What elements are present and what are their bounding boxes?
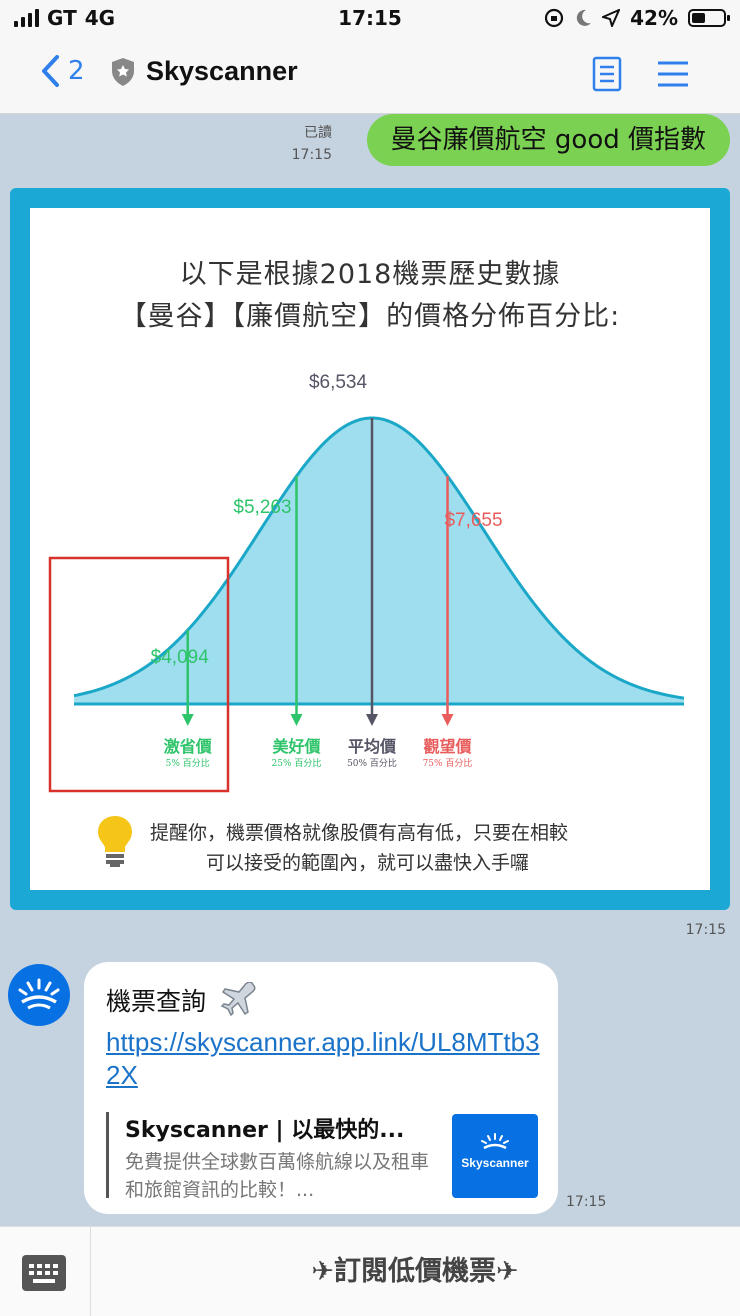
subscribe-low-fares-button[interactable]: ✈訂閱低價機票✈ [90,1227,740,1316]
status-bar: GT 4G 17:15 42% [0,0,740,36]
marker-arrow-0 [181,714,194,726]
tip-line2: 可以接受的範圍內，就可以盡快入手囉 [206,852,530,874]
back-button[interactable]: 2 [40,54,85,88]
read-receipt: 已讀 [304,125,332,141]
link-preview-card[interactable]: Skyscanner | 以最快的... 免費提供全球數百萬條航線以及租車和旅館… [106,1112,538,1201]
tier-label-1: 美好價 [272,737,321,756]
tip-line1: 提醒你，機票價格就像股價有高有低，只要在相較 [150,822,569,844]
tier-label-3: 觀望價 [424,737,473,756]
bottom-bar: ✈訂閱低價機票✈ [0,1226,740,1316]
location-icon [602,9,621,27]
rotation-lock-icon [545,8,564,28]
official-shield-icon [112,57,134,86]
image-time: 17:15 [685,922,726,938]
airplane-icon [220,982,256,1017]
preview-title: Skyscanner | 以最快的... [125,1118,405,1143]
battery-icon [688,9,730,27]
skyscanner-logo-icon [481,1133,509,1150]
notes-icon[interactable] [592,56,622,92]
price-distribution-chart: $4,094 激省價5% 百分比 $5,263 美好價25% 百分比 $6,534 平均價… [48,372,685,793]
keyboard-icon [29,1264,58,1283]
lightbulb-icon [98,816,132,867]
incoming-time: 17:15 [566,1194,607,1210]
tier-label-0: 激省價 [164,737,213,756]
chat-header: 2 Skyscanner [0,36,740,114]
price-label-1: $5,263 [233,497,291,518]
keyboard-button[interactable] [22,1255,66,1291]
percentile-label-3: 75% 百分比 [423,757,473,769]
clock: 17:15 [338,6,402,30]
chat-name: Skyscanner [146,56,298,86]
preview-description: 免費提供全球數百萬條航線以及租車和旅館資訊的比較！... [125,1151,430,1201]
chevron-left-icon [42,55,59,87]
message-link[interactable]: https://skyscanner.app.link/UL8MTtb32X [106,1026,546,1092]
percentile-label-0: 5% 百分比 [166,757,210,769]
skyscanner-avatar[interactable] [8,964,70,1026]
message-heading: 機票查詢 [106,987,207,1016]
sunrise-logo-icon [18,978,60,1010]
outgoing-message[interactable]: 曼谷廉價航空 good 價指數 [366,114,730,166]
chat-title[interactable]: Skyscanner [110,56,298,87]
image-message[interactable]: 以下是根據2018機票歷史數據 【曼谷】【廉價航空】的價格分佈百分比: $4,0… [10,188,730,910]
percentile-label-1: 25% 百分比 [272,757,322,769]
tier-label-2: 平均價 [348,737,397,756]
moon-icon [576,9,592,26]
thumbnail-brand: Skyscanner [461,1156,529,1170]
price-label-0: $4,094 [151,647,210,668]
message-meta: 已讀 17:15 [292,122,332,166]
marker-arrow-2 [366,714,378,726]
menu-icon[interactable] [656,56,690,92]
marker-arrow-1 [290,714,303,726]
price-label-3: $7,655 [444,510,502,531]
incoming-message: 機票查詢 https://skyscanner.app.link/UL8MTtb… [84,962,558,1214]
price-chart-image: 以下是根據2018機票歷史數據 【曼谷】【廉價航空】的價格分佈百分比: $4,0… [30,208,710,890]
preview-thumbnail: Skyscanner [452,1114,538,1198]
marker-arrow-3 [441,714,454,726]
unread-count: 2 [68,56,85,86]
price-label-2: $6,534 [309,372,368,393]
message-time: 17:15 [291,147,332,163]
battery-percent: 42% [630,6,678,30]
percentile-label-2: 50% 百分比 [347,757,397,769]
